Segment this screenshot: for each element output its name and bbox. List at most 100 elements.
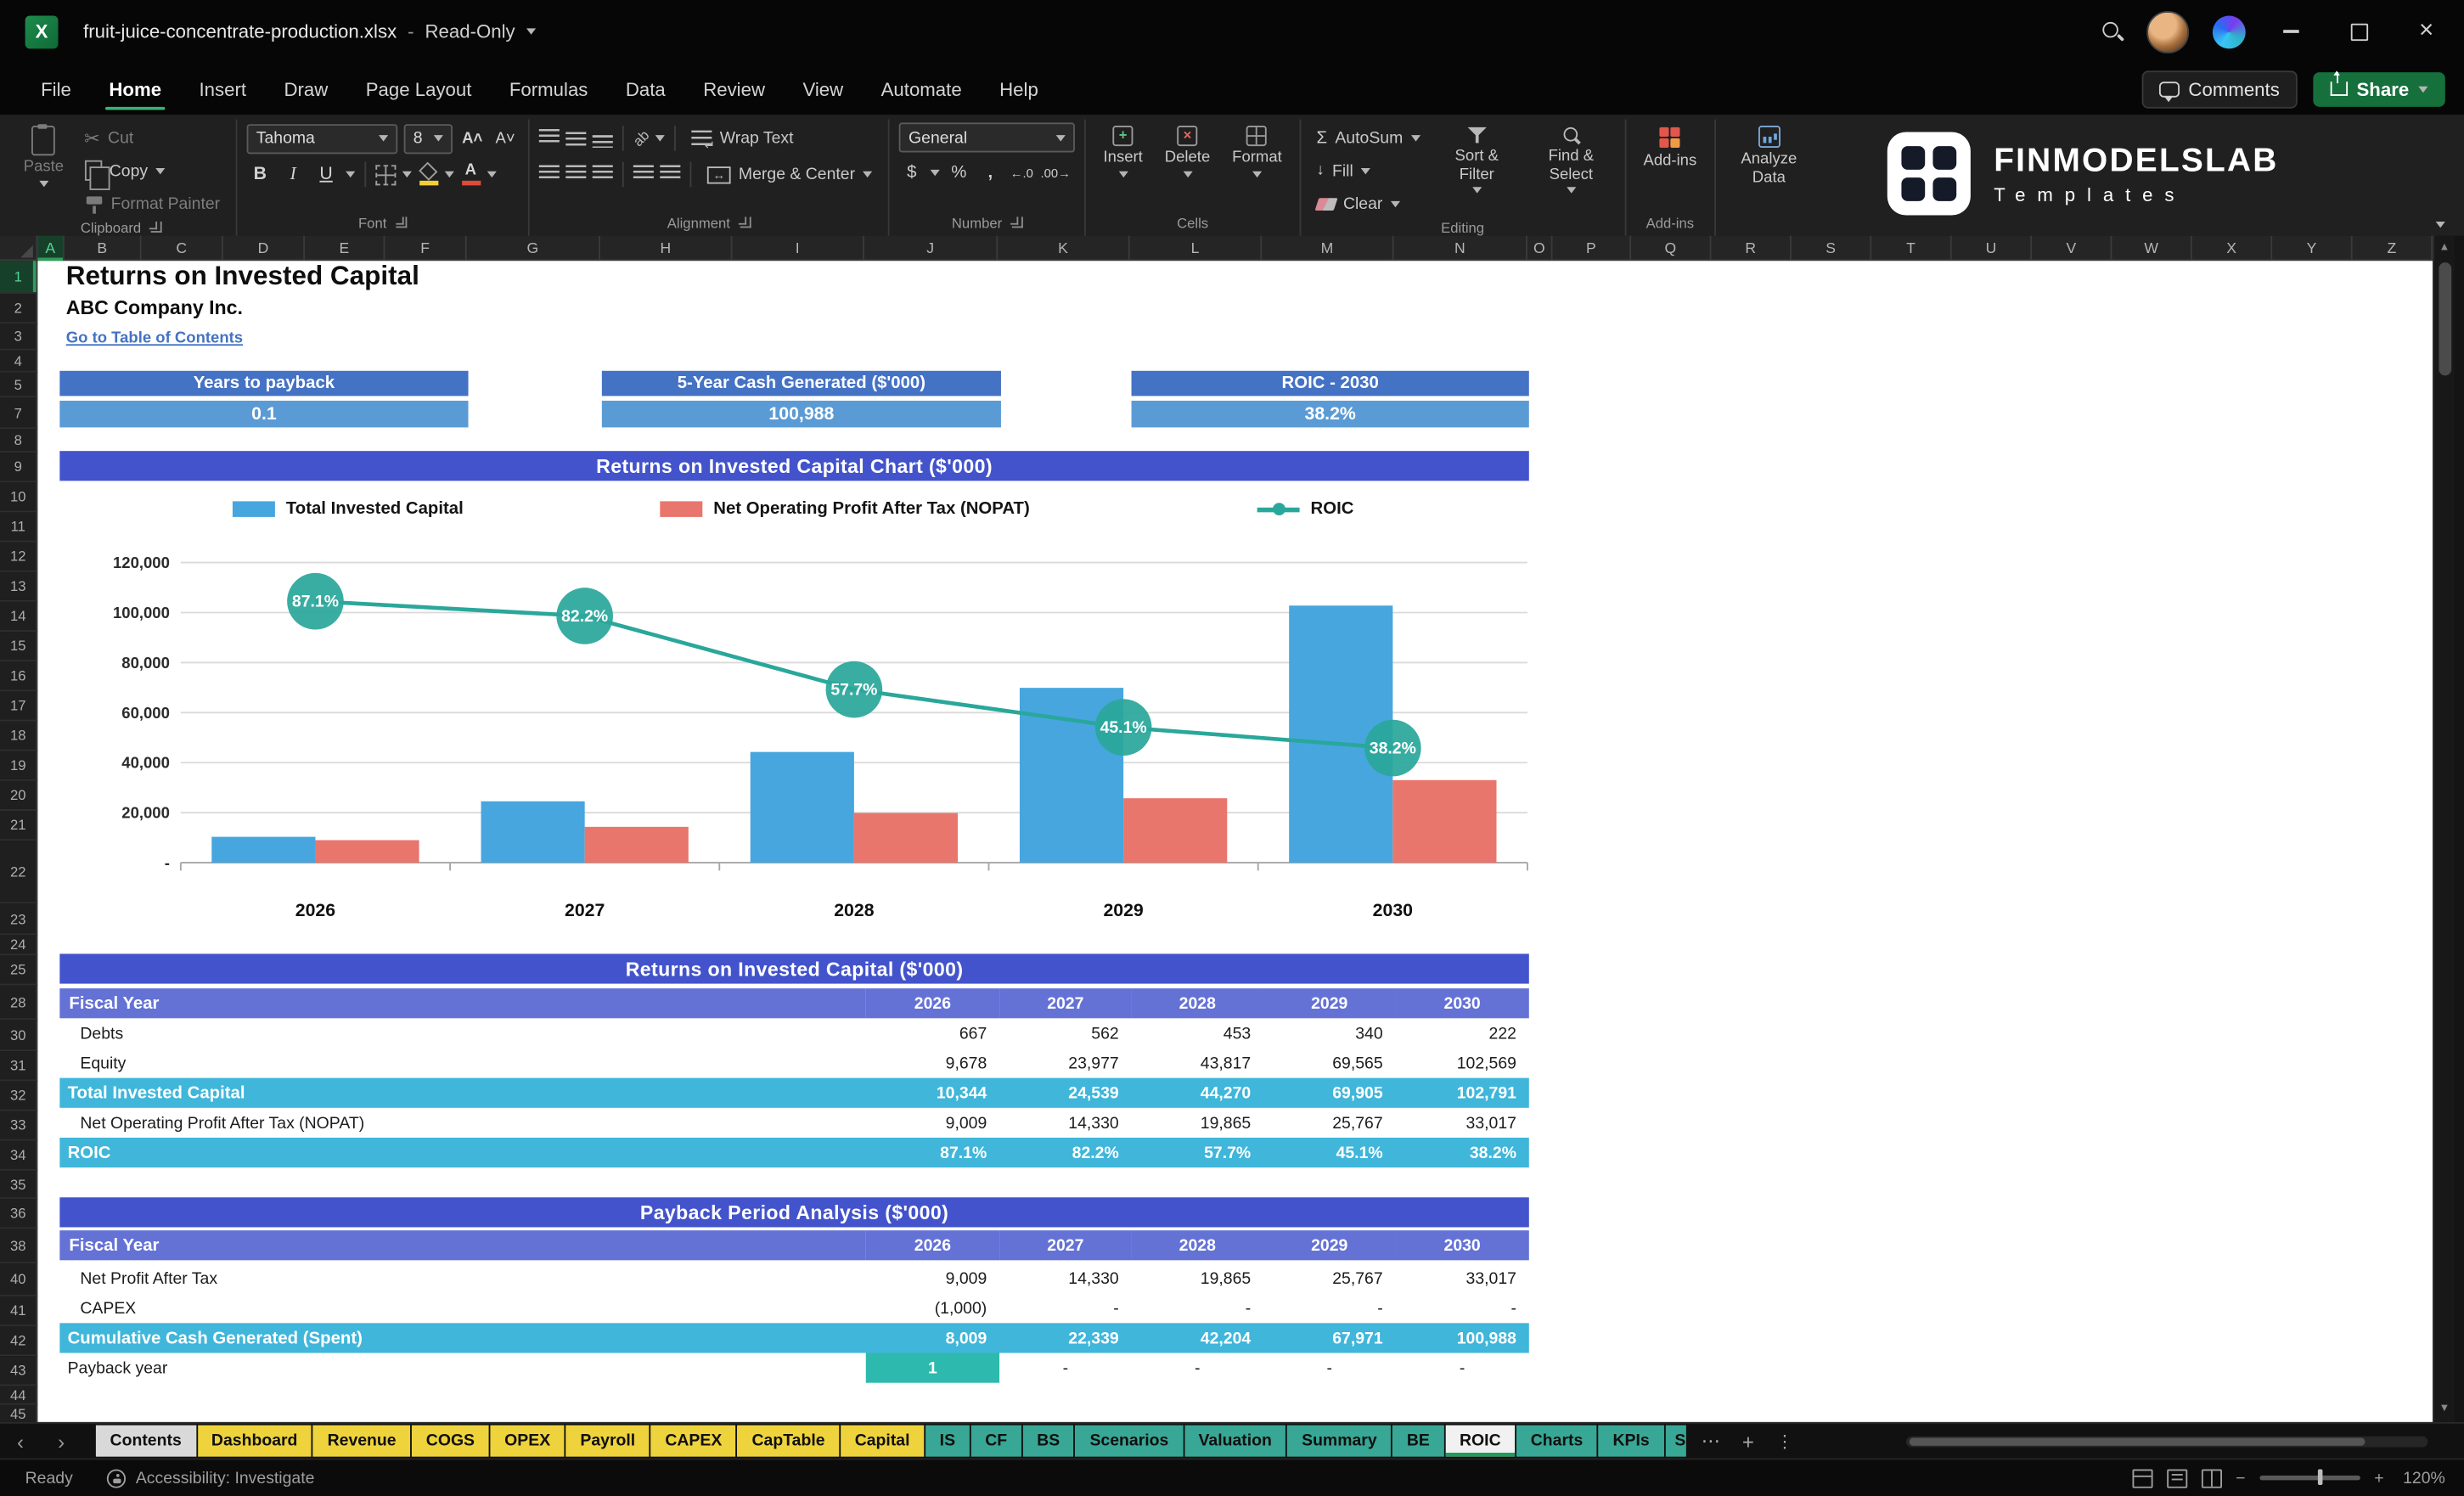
increase-indent-icon[interactable] [660, 165, 681, 184]
zoom-out-icon[interactable] [2236, 1469, 2245, 1488]
row-header-11[interactable]: 11 [0, 512, 38, 543]
column-header-N[interactable]: N [1394, 235, 1527, 262]
font-dialog-launcher-icon[interactable] [395, 216, 408, 228]
analyze-data-button[interactable]: Analyze Data [1725, 122, 1814, 190]
cell-net-operating-profit-after-tax-nopat--2030[interactable]: 33,017 [1395, 1108, 1528, 1138]
orientation-icon[interactable] [633, 131, 650, 147]
page-layout-view-icon[interactable] [2166, 1468, 2187, 1488]
column-header-C[interactable]: C [142, 235, 223, 262]
accounting-format-button[interactable] [899, 159, 925, 187]
menu-formulas[interactable]: Formulas [491, 63, 607, 115]
cell-net-profit-after-tax-2028[interactable]: 19,865 [1132, 1263, 1263, 1293]
sheet-tab-revenue[interactable]: Revenue [312, 1425, 411, 1457]
row-header-8[interactable]: 8 [0, 429, 38, 453]
column-header-K[interactable]: K [998, 235, 1130, 262]
font-color-icon[interactable] [460, 163, 481, 185]
align-right-icon[interactable] [592, 165, 613, 184]
cell-net-operating-profit-after-tax-nopat--2028[interactable]: 19,865 [1132, 1108, 1263, 1138]
zoom-slider[interactable] [2259, 1470, 2360, 1486]
cell-payback-year-2027[interactable]: - [999, 1353, 1131, 1383]
align-left-icon[interactable] [538, 165, 560, 184]
row-header-18[interactable]: 18 [0, 721, 38, 751]
autosum-button[interactable]: AutoSum [1310, 122, 1426, 152]
cell-debts-2029[interactable]: 340 [1263, 1018, 1395, 1048]
toc-link[interactable]: Go to Table of Contents [66, 330, 243, 347]
cell-net-profit-after-tax-2027[interactable]: 14,330 [999, 1263, 1131, 1293]
clipboard-dialog-launcher-icon[interactable] [149, 221, 162, 233]
row-header-2[interactable]: 2 [0, 294, 38, 324]
column-header-Y[interactable]: Y [2272, 235, 2353, 262]
addins-button[interactable]: Add-ins [1635, 122, 1704, 173]
row-header-25[interactable]: 25 [0, 955, 38, 986]
row-header-17[interactable]: 17 [0, 691, 38, 722]
cell-payback-year-2030[interactable]: - [1395, 1353, 1528, 1383]
vertical-scrollbar[interactable] [2432, 235, 2455, 1422]
sheet-tab-scenarios[interactable]: Scenarios [1075, 1425, 1184, 1457]
column-header-U[interactable]: U [1952, 235, 2033, 262]
copy-button[interactable]: Copy [78, 155, 227, 190]
number-dialog-launcher-icon[interactable] [1010, 216, 1023, 228]
zoom-in-icon[interactable] [2374, 1469, 2383, 1488]
cell-cumulative-cash-generated-spent--2030[interactable]: 100,988 [1395, 1323, 1528, 1353]
font-name-select[interactable]: Tahoma [246, 123, 398, 154]
number-format-select[interactable]: General [898, 122, 1076, 153]
horizontal-scrollbar[interactable] [1905, 1436, 2428, 1448]
collapse-ribbon-icon[interactable] [2435, 221, 2445, 228]
cell-capex-2029[interactable]: - [1263, 1293, 1395, 1323]
menu-home[interactable]: Home [90, 63, 180, 115]
column-header-R[interactable]: R [1711, 235, 1792, 262]
sheet-tab-opex[interactable]: OPEX [490, 1425, 565, 1457]
align-center-icon[interactable] [565, 165, 587, 184]
fill-color-icon[interactable] [418, 164, 438, 184]
row-header-21[interactable]: 21 [0, 810, 38, 841]
tab-scroll-left-icon[interactable] [0, 1429, 41, 1453]
cell-equity-2027[interactable]: 23,977 [999, 1048, 1131, 1077]
sheet-tab-cf[interactable]: CF [970, 1425, 1021, 1457]
cell-debts-2027[interactable]: 562 [999, 1018, 1131, 1048]
cell-equity-2028[interactable]: 43,817 [1132, 1048, 1263, 1077]
row-header-13[interactable]: 13 [0, 571, 38, 602]
clear-button[interactable]: Clear [1310, 188, 1426, 218]
cell-payback-year-2026[interactable]: 1 [865, 1353, 1000, 1383]
row-header-28[interactable]: 28 [0, 985, 38, 1021]
percent-style-button[interactable] [946, 159, 971, 187]
row-header-41[interactable]: 41 [0, 1296, 38, 1327]
comma-style-button[interactable] [977, 159, 1003, 187]
cell-cumulative-cash-generated-spent--2028[interactable]: 42,204 [1132, 1323, 1263, 1353]
column-header-B[interactable]: B [65, 235, 142, 262]
row-header-38[interactable]: 38 [0, 1229, 38, 1264]
italic-button[interactable] [279, 160, 306, 188]
cell-capex-2030[interactable]: - [1395, 1293, 1528, 1323]
accessibility-status[interactable]: Accessibility: Investigate [136, 1469, 315, 1488]
column-header-P[interactable]: P [1553, 235, 1632, 262]
excel-app-icon[interactable] [25, 14, 59, 48]
sheet-tab-captable[interactable]: CapTable [737, 1425, 840, 1457]
column-header-I[interactable]: I [732, 235, 864, 262]
alignment-dialog-launcher-icon[interactable] [739, 216, 751, 228]
cell-equity-2026[interactable]: 9,678 [866, 1048, 999, 1077]
maximize-button[interactable] [2337, 9, 2381, 53]
menu-page-layout[interactable]: Page Layout [346, 63, 490, 115]
cell-net-profit-after-tax-2026[interactable]: 9,009 [866, 1263, 999, 1293]
sheet-tab-be[interactable]: BE [1392, 1425, 1444, 1457]
cell-cumulative-cash-generated-spent--2026[interactable]: 8,009 [866, 1323, 999, 1353]
row-header-7[interactable]: 7 [0, 397, 38, 430]
cell-cumulative-cash-generated-spent--2027[interactable]: 22,339 [999, 1323, 1131, 1353]
row-header-4[interactable]: 4 [0, 350, 38, 373]
menu-view[interactable]: View [784, 63, 862, 115]
cell-roic-2029[interactable]: 45.1% [1263, 1138, 1395, 1167]
row-header-33[interactable]: 33 [0, 1111, 38, 1141]
column-header-Z[interactable]: Z [2353, 235, 2433, 262]
column-header-V[interactable]: V [2032, 235, 2112, 262]
cell-net-operating-profit-after-tax-nopat--2026[interactable]: 9,009 [866, 1108, 999, 1138]
row-header-16[interactable]: 16 [0, 661, 38, 692]
cell-roic-2030[interactable]: 38.2% [1395, 1138, 1528, 1167]
sheet-tab-capex[interactable]: CAPEX [650, 1425, 736, 1457]
cell-cumulative-cash-generated-spent--2029[interactable]: 67,971 [1263, 1323, 1395, 1353]
row-header-3[interactable]: 3 [0, 323, 38, 351]
menu-file[interactable]: File [22, 63, 90, 115]
delete-cells-button[interactable]: Delete [1156, 122, 1218, 180]
cell-capex-2026[interactable]: (1,000) [866, 1293, 999, 1323]
share-button[interactable]: Share [2312, 70, 2445, 106]
bold-button[interactable] [247, 160, 273, 188]
